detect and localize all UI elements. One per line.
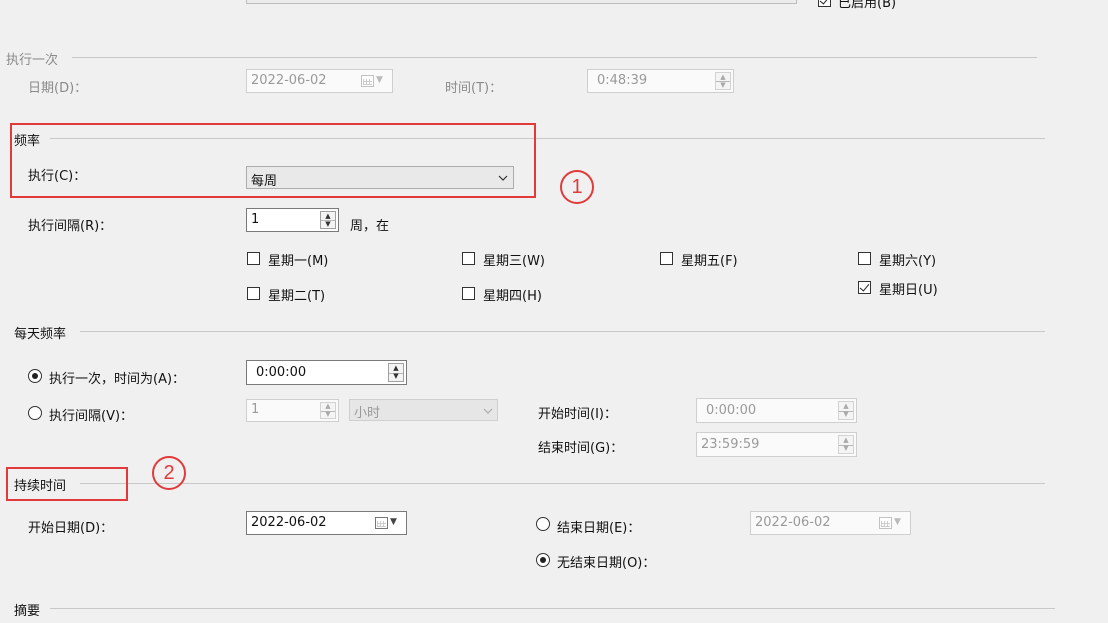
start-date-value: 2022-06-02 <box>251 515 327 530</box>
calendar-icon <box>879 517 892 529</box>
end-date-value: 2022-06-02 <box>755 515 831 530</box>
daily-divider <box>80 331 1045 332</box>
spin-down-icon[interactable]: ▼ <box>839 411 853 420</box>
tuesday-label: 星期二(T) <box>268 289 326 304</box>
daily-once-radio[interactable] <box>28 369 42 383</box>
run-once-date-label: 日期(D)： <box>28 81 88 96</box>
spin-down-icon[interactable]: ▼ <box>321 220 335 228</box>
start-date-label: 开始日期(D)： <box>28 521 114 536</box>
start-time-value: 0:00:00 <box>706 403 757 418</box>
run-once-time-label: 时间(T)： <box>445 81 503 96</box>
spin-down-icon[interactable]: ▼ <box>716 81 730 89</box>
run-once-time-value: 0:48:39 <box>597 73 648 88</box>
run-once-section-title: 执行一次 <box>6 53 59 68</box>
friday-checkbox[interactable] <box>660 252 673 265</box>
spin-down-icon[interactable]: ▼ <box>321 410 335 419</box>
daily-interval-unit-value: 小时 <box>354 406 381 421</box>
start-time-spinner[interactable]: 0:00:00 ▲ ▼ <box>696 398 857 423</box>
saturday-checkbox[interactable] <box>858 252 871 265</box>
daily-interval-spin-buttons[interactable]: ▲ ▼ <box>320 402 336 419</box>
end-time-spin-buttons[interactable]: ▲ ▼ <box>838 435 854 454</box>
friday-label: 星期五(F) <box>681 254 738 269</box>
daily-once-label: 执行一次，时间为(A)： <box>49 372 186 387</box>
run-once-date-picker[interactable]: 2022-06-02 ▼ <box>246 69 393 93</box>
calendar-icon <box>361 75 374 87</box>
monday-label: 星期一(M) <box>268 254 329 269</box>
thursday-checkbox[interactable] <box>462 287 475 300</box>
wednesday-checkbox[interactable] <box>462 252 475 265</box>
dropdown-arrow-icon: ▼ <box>894 517 901 527</box>
spin-down-icon[interactable]: ▼ <box>389 373 403 382</box>
interval-spin-buttons[interactable]: ▲ ▼ <box>320 211 336 229</box>
start-time-spin-buttons[interactable]: ▲ ▼ <box>838 401 854 420</box>
calendar-icon[interactable] <box>375 517 388 529</box>
daily-interval-radio[interactable] <box>28 406 42 420</box>
end-time-value: 23:59:59 <box>701 437 760 452</box>
interval-suffix: 周，在 <box>350 219 390 234</box>
start-date-picker[interactable]: 2022-06-02 ▼ <box>246 511 407 535</box>
start-time-label: 开始时间(I)： <box>538 407 617 422</box>
spin-down-icon[interactable]: ▼ <box>839 445 853 454</box>
enabled-label: 已启用(B) <box>838 0 897 11</box>
monday-checkbox[interactable] <box>247 252 260 265</box>
daily-interval-spinner[interactable]: 1 ▲ ▼ <box>246 399 339 422</box>
run-once-divider <box>72 57 1037 58</box>
annotation-marker-2: 2 <box>152 456 186 490</box>
enabled-checkbox[interactable] <box>818 0 831 7</box>
saturday-label: 星期六(Y) <box>879 254 937 269</box>
daily-once-spin-buttons[interactable]: ▲ ▼ <box>388 363 404 382</box>
dropdown-arrow-icon: ▼ <box>376 75 383 85</box>
time-spin-buttons[interactable]: ▲ ▼ <box>715 72 731 90</box>
daily-interval-label: 执行间隔(V)： <box>49 409 134 424</box>
end-date-picker[interactable]: 2022-06-02 ▼ <box>750 511 911 535</box>
chevron-down-icon <box>483 408 493 414</box>
interval-spinner[interactable]: 1 ▲ ▼ <box>246 208 339 232</box>
schedule-name-input[interactable] <box>246 0 797 4</box>
duration-divider <box>80 483 1045 484</box>
daily-section-title: 每天频率 <box>14 327 67 342</box>
dropdown-arrow-icon[interactable]: ▼ <box>390 517 397 527</box>
tuesday-checkbox[interactable] <box>247 287 260 300</box>
summary-divider <box>50 608 1055 609</box>
wednesday-label: 星期三(W) <box>483 254 545 269</box>
end-time-spinner[interactable]: 23:59:59 ▲ ▼ <box>696 432 857 457</box>
daily-interval-unit-select[interactable]: 小时 <box>349 399 498 421</box>
end-date-radio[interactable] <box>536 517 550 531</box>
summary-section-title: 摘要 <box>14 604 41 619</box>
daily-once-time-value: 0:00:00 <box>256 365 307 380</box>
daily-interval-value: 1 <box>251 402 260 417</box>
interval-value: 1 <box>251 212 260 227</box>
annotation-box-frequency <box>10 123 536 198</box>
daily-once-time-spinner[interactable]: 0:00:00 ▲ ▼ <box>246 360 407 385</box>
thursday-label: 星期四(H) <box>483 289 542 304</box>
end-time-label: 结束时间(G)： <box>538 441 624 456</box>
annotation-marker-1: 1 <box>560 170 594 204</box>
run-once-date-value: 2022-06-02 <box>251 73 327 88</box>
no-end-date-radio[interactable] <box>536 553 550 567</box>
sunday-checkbox[interactable] <box>858 281 871 294</box>
interval-label: 执行间隔(R)： <box>28 219 113 234</box>
annotation-box-duration <box>6 467 128 501</box>
no-end-date-label: 无结束日期(O)： <box>557 556 656 571</box>
run-once-time-spinner[interactable]: 0:48:39 ▲ ▼ <box>587 69 734 93</box>
sunday-label: 星期日(U) <box>879 283 938 298</box>
end-date-label: 结束日期(E)： <box>557 521 641 536</box>
